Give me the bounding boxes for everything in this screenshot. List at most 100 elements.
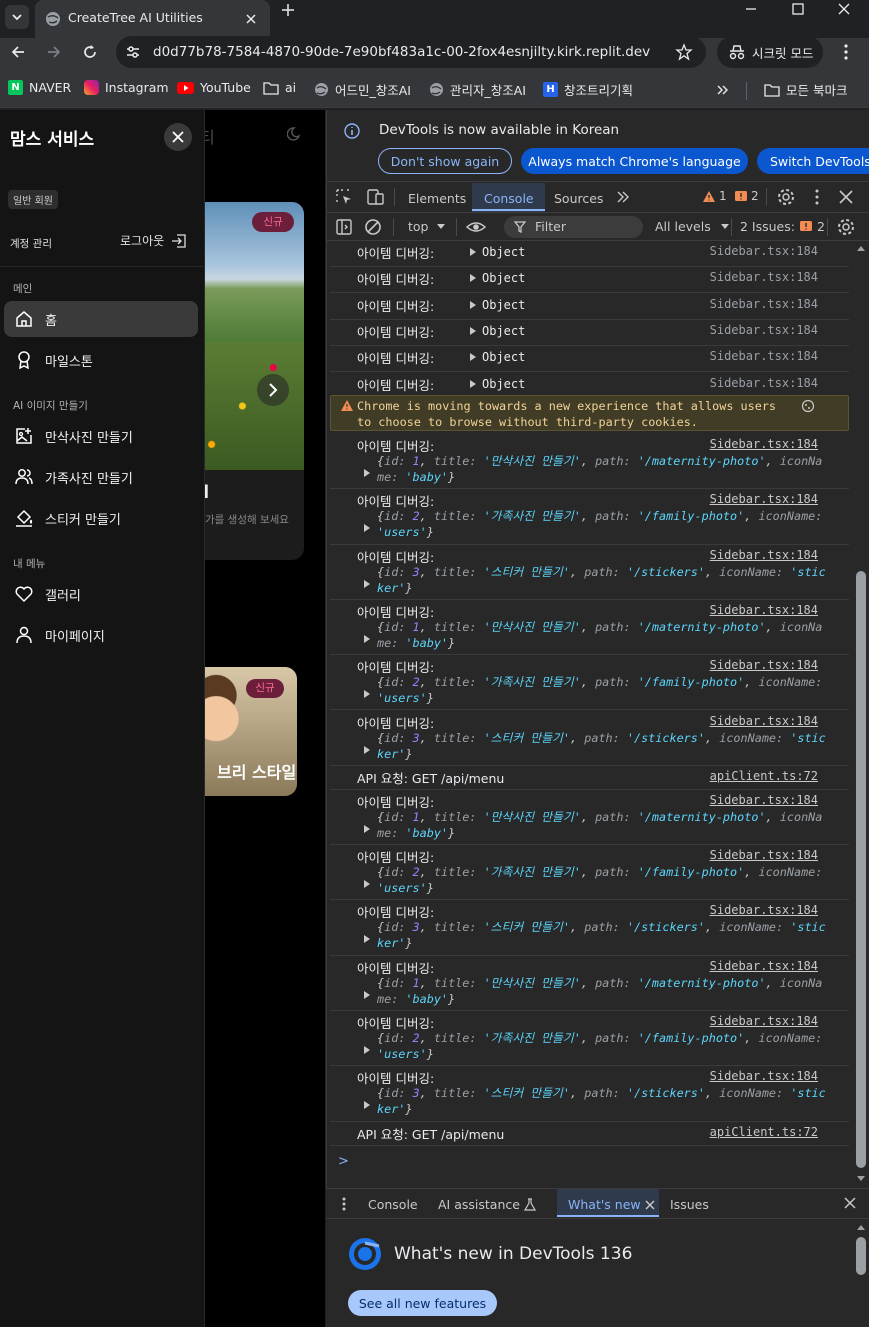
expand-triangle-icon[interactable] bbox=[364, 745, 370, 754]
expand-triangle-icon[interactable] bbox=[364, 880, 370, 889]
bookmark-admin[interactable]: 어드민_창조AI bbox=[314, 80, 411, 99]
switch-devtools-button[interactable]: Switch DevTools bbox=[757, 148, 869, 174]
window-close-icon[interactable] bbox=[837, 2, 851, 16]
clear-console-icon[interactable] bbox=[364, 218, 382, 236]
expand-triangle-icon[interactable] bbox=[364, 1046, 370, 1054]
all-bookmarks[interactable]: 모든 북마크 bbox=[764, 80, 847, 99]
tab-elements[interactable]: Elements bbox=[408, 191, 466, 206]
expand-triangle-icon[interactable] bbox=[364, 579, 370, 588]
scroll-up-icon[interactable] bbox=[856, 244, 866, 252]
bookmark-star-icon[interactable] bbox=[675, 43, 693, 61]
bookmark-ai-folder[interactable]: ai bbox=[263, 80, 296, 95]
scroll-down-icon[interactable] bbox=[856, 1175, 866, 1183]
source-link[interactable]: apiClient.ts:72 bbox=[710, 1125, 818, 1139]
drawer-tab-issues[interactable]: Issues bbox=[670, 1197, 709, 1212]
site-settings-icon[interactable] bbox=[124, 43, 142, 61]
source-link[interactable]: Sidebar.tsx:184 bbox=[710, 959, 818, 973]
source-link[interactable]: Sidebar.tsx:184 bbox=[710, 658, 818, 672]
drawer-menu-icon[interactable] bbox=[338, 1196, 350, 1212]
context-selector[interactable]: top bbox=[408, 219, 446, 234]
warning-counter[interactable]: 1 bbox=[702, 189, 727, 203]
source-link[interactable]: Sidebar.tsx:184 bbox=[710, 714, 818, 728]
source-link[interactable]: Sidebar.tsx:184 bbox=[710, 1014, 818, 1028]
sidebar-item-mypage[interactable]: 마이페이지 bbox=[4, 617, 198, 653]
menu-kebab-icon[interactable] bbox=[838, 43, 854, 61]
expand-triangle-icon[interactable] bbox=[470, 274, 476, 282]
source-link[interactable]: Sidebar.tsx:184 bbox=[710, 323, 818, 337]
device-toggle-icon[interactable] bbox=[365, 188, 385, 206]
maximize-icon[interactable] bbox=[791, 2, 805, 16]
console-settings-icon[interactable] bbox=[837, 218, 855, 236]
expand-triangle-icon[interactable] bbox=[470, 301, 476, 309]
bookmark-youtube[interactable]: YouTube bbox=[177, 80, 251, 95]
more-tabs-icon[interactable] bbox=[615, 190, 631, 204]
expand-triangle-icon[interactable] bbox=[470, 353, 476, 361]
expand-triangle-icon[interactable] bbox=[364, 634, 370, 643]
sidebar-item-gallery[interactable]: 갤러리 bbox=[4, 576, 198, 612]
expand-triangle-icon[interactable] bbox=[364, 1101, 370, 1110]
expand-triangle-icon[interactable] bbox=[364, 690, 370, 699]
expand-triangle-icon[interactable] bbox=[364, 469, 370, 477]
incognito-button[interactable]: 시크릿 모드 bbox=[717, 36, 823, 68]
sidebar-item-family[interactable]: 가족사진 만들기 bbox=[4, 459, 198, 495]
scrollbar-thumb[interactable] bbox=[856, 1237, 866, 1275]
close-icon[interactable] bbox=[645, 1200, 655, 1210]
bookmark-manager[interactable]: 관리자_창조AI bbox=[429, 80, 526, 99]
drawer-tab-whats-new[interactable]: What's new bbox=[568, 1197, 655, 1212]
minimize-icon[interactable] bbox=[744, 2, 758, 16]
source-link[interactable]: Sidebar.tsx:184 bbox=[710, 603, 818, 617]
source-link[interactable]: Sidebar.tsx:184 bbox=[710, 793, 818, 807]
close-drawer-icon[interactable] bbox=[843, 1196, 857, 1210]
forward-arrow-icon[interactable] bbox=[45, 43, 63, 61]
bookmark-instagram[interactable]: Instagram bbox=[84, 80, 169, 95]
sidebar-item-sticker[interactable]: 스티커 만들기 bbox=[4, 500, 198, 536]
browser-tab[interactable]: CreateTree AI Utilities bbox=[35, 0, 270, 38]
source-link[interactable]: Sidebar.tsx:184 bbox=[710, 270, 818, 284]
log-levels-dropdown[interactable]: All levels bbox=[655, 219, 730, 234]
reload-icon[interactable] bbox=[81, 43, 99, 61]
expand-triangle-icon[interactable] bbox=[364, 824, 370, 833]
eye-icon[interactable] bbox=[465, 218, 487, 236]
sidebar-toggle-icon[interactable] bbox=[335, 218, 353, 236]
expand-triangle-icon[interactable] bbox=[470, 327, 476, 335]
tab-search-button[interactable] bbox=[5, 5, 29, 29]
gear-icon[interactable] bbox=[777, 188, 795, 206]
moon-icon[interactable] bbox=[287, 126, 303, 142]
new-tab-icon[interactable] bbox=[280, 2, 296, 18]
source-link[interactable]: Sidebar.tsx:184 bbox=[710, 548, 818, 562]
source-link[interactable]: Sidebar.tsx:184 bbox=[710, 297, 818, 311]
sidebar-close-button[interactable] bbox=[164, 123, 192, 151]
console-scrollbar[interactable] bbox=[853, 241, 869, 1188]
see-all-features-button[interactable]: See all new features bbox=[348, 1290, 497, 1316]
kebab-menu-icon[interactable] bbox=[810, 188, 824, 206]
tab-console[interactable]: Console bbox=[484, 191, 534, 206]
expand-triangle-icon[interactable] bbox=[364, 935, 370, 944]
tab-sources[interactable]: Sources bbox=[554, 191, 603, 206]
back-arrow-icon[interactable] bbox=[9, 43, 27, 61]
drawer-tab-ai[interactable]: AI assistance bbox=[438, 1197, 536, 1212]
chevron-double-right-icon[interactable] bbox=[716, 83, 730, 97]
issues-button[interactable]: 2 Issues: 2 bbox=[740, 219, 825, 234]
bookmark-naver[interactable]: N NAVER bbox=[8, 80, 71, 95]
scrollbar-thumb[interactable] bbox=[856, 571, 866, 1168]
sidebar-item-maternity[interactable]: 만삭사진 만들기 bbox=[4, 418, 198, 454]
expand-triangle-icon[interactable] bbox=[364, 990, 370, 999]
close-icon[interactable] bbox=[244, 12, 258, 26]
logout-button[interactable]: 로그아웃 bbox=[120, 232, 187, 249]
source-link[interactable]: Sidebar.tsx:184 bbox=[710, 492, 818, 506]
scroll-up-icon[interactable] bbox=[856, 1223, 866, 1231]
expand-triangle-icon[interactable] bbox=[364, 524, 370, 533]
drawer-scrollbar[interactable] bbox=[853, 1219, 869, 1327]
source-link[interactable]: Sidebar.tsx:184 bbox=[710, 349, 818, 363]
bookmark-planning[interactable]: H 창조트리기획 bbox=[543, 80, 633, 99]
expand-triangle-icon[interactable] bbox=[470, 380, 476, 388]
carousel-next-button[interactable] bbox=[257, 374, 289, 406]
sidebar-item-home[interactable]: 홈 bbox=[4, 301, 198, 337]
source-link[interactable]: Sidebar.tsx:184 bbox=[710, 437, 818, 451]
inspect-element-icon[interactable] bbox=[335, 188, 353, 206]
match-language-button[interactable]: Always match Chrome's language bbox=[521, 148, 748, 174]
source-link[interactable]: Sidebar.tsx:184 bbox=[710, 376, 818, 390]
source-link[interactable]: Sidebar.tsx:184 bbox=[710, 848, 818, 862]
console-prompt[interactable]: > bbox=[338, 1154, 349, 1169]
close-devtools-icon[interactable] bbox=[838, 189, 854, 205]
